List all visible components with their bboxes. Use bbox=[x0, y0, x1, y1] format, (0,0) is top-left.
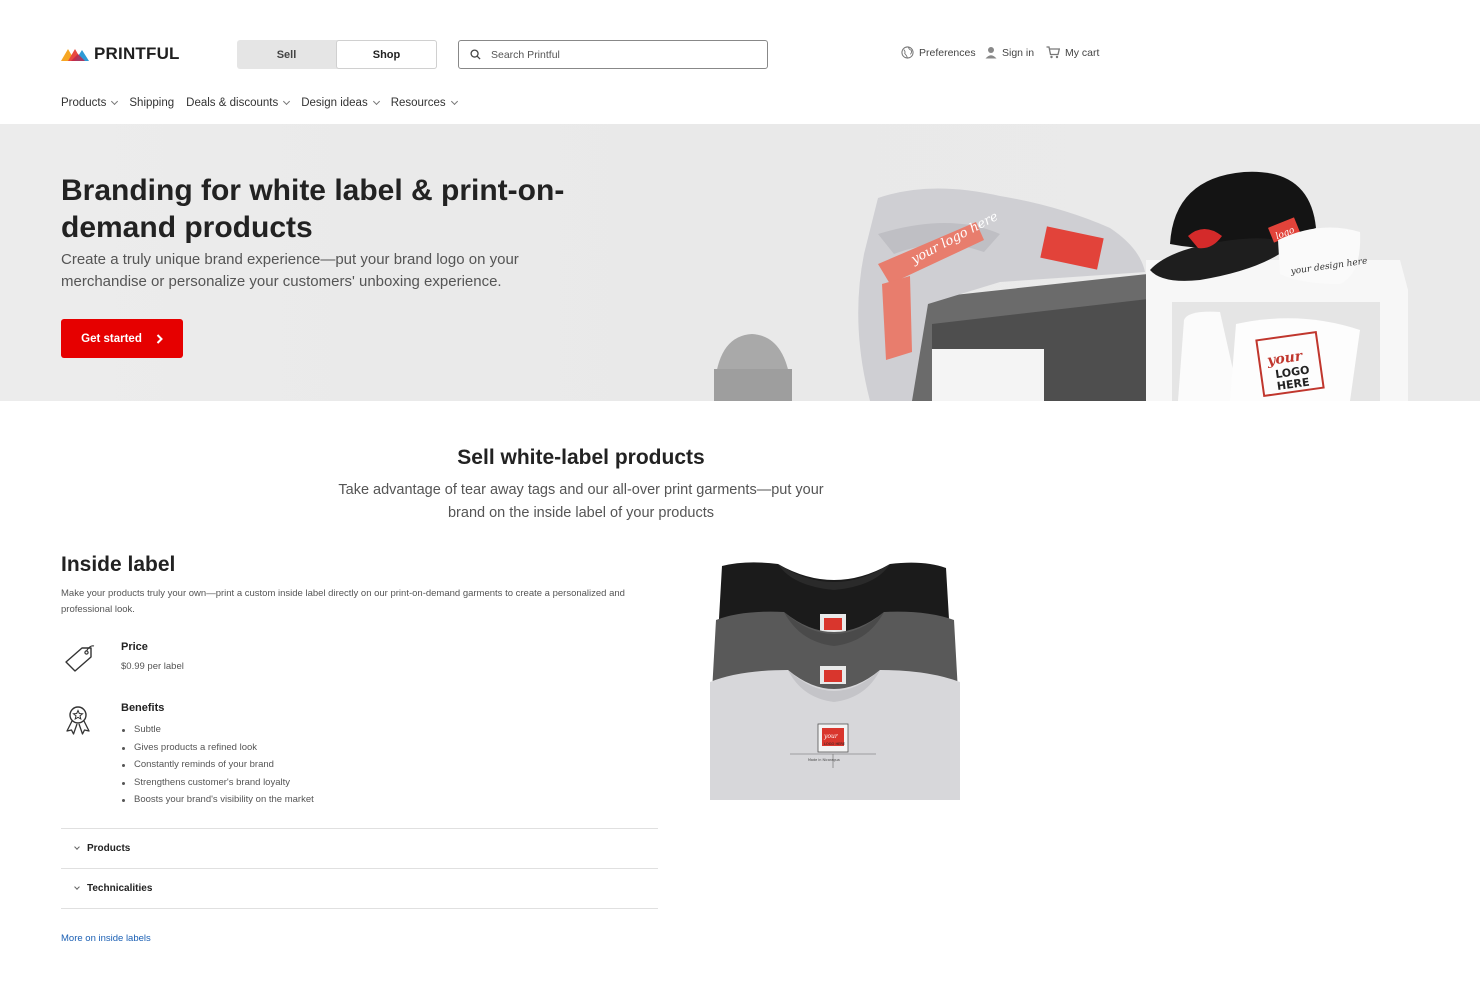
preferences-label: Preferences bbox=[919, 46, 976, 59]
search-box bbox=[458, 40, 768, 69]
search-icon bbox=[470, 49, 481, 60]
nav-item-label: Shipping bbox=[129, 97, 175, 109]
nav-item-design-ideas[interactable]: Design ideas bbox=[301, 97, 380, 109]
accordion-products[interactable]: Products bbox=[61, 828, 658, 868]
nav-item-deals[interactable]: Deals & discounts bbox=[186, 97, 291, 109]
price-tag-icon bbox=[65, 645, 95, 672]
chevron-down-icon bbox=[74, 884, 80, 890]
inside-label-description: Make your products truly your own—print … bbox=[61, 588, 625, 615]
shop-toggle-button[interactable]: Shop bbox=[336, 40, 437, 69]
hero-banner: Branding for white label & print-on-dema… bbox=[0, 124, 1480, 401]
inside-label-shirts-image: your LOGO HERE Made in Nicaragua bbox=[710, 562, 960, 800]
accordion-label: Technicalities bbox=[87, 883, 153, 894]
hero-subtitle: Create a truly unique brand experience—p… bbox=[61, 251, 519, 290]
preferences-link[interactable]: Preferences bbox=[901, 46, 976, 59]
section-subtitle: Take advantage of tear away tags and our… bbox=[338, 482, 824, 521]
price-value: $0.99 per label bbox=[121, 661, 184, 672]
chevron-down-icon bbox=[283, 97, 291, 106]
shirt-tag-small-text: Made in Nicaragua bbox=[808, 758, 840, 762]
cart-icon bbox=[1046, 46, 1060, 59]
hero-title: Branding for white label & print-on-dema… bbox=[61, 174, 565, 244]
cart-label: My cart bbox=[1065, 46, 1100, 59]
accordion-technicalities[interactable]: Technicalities bbox=[61, 868, 658, 908]
award-ribbon-icon bbox=[66, 706, 90, 735]
nav-item-label: Deals & discounts bbox=[186, 97, 279, 109]
shirt-label-text: your bbox=[823, 733, 839, 740]
chevron-right-icon bbox=[156, 333, 163, 344]
nav-item-shipping[interactable]: Shipping bbox=[129, 97, 174, 109]
main-nav: Products Shipping Deals & discounts Desi… bbox=[61, 97, 458, 109]
benefits-list: Subtle Gives products a refined look Con… bbox=[122, 721, 314, 809]
list-item: Constantly reminds of your brand bbox=[122, 756, 314, 774]
chevron-down-icon bbox=[74, 844, 80, 850]
list-item: Boosts your brand's visibility on the ma… bbox=[122, 791, 314, 809]
nav-item-label: Resources bbox=[390, 97, 446, 109]
printful-logo[interactable]: PRINTFUL bbox=[61, 44, 180, 64]
accordion-label: Products bbox=[87, 843, 131, 854]
user-icon bbox=[985, 47, 997, 59]
signin-label: Sign in bbox=[1002, 46, 1035, 59]
site-header: PRINTFUL Sell Shop Preferences Sign in bbox=[0, 0, 1480, 124]
nav-item-products[interactable]: Products bbox=[61, 97, 119, 109]
nav-item-label: Products bbox=[61, 97, 107, 109]
search-input[interactable] bbox=[491, 48, 741, 61]
get-started-button[interactable]: Get started bbox=[61, 319, 183, 358]
signin-link[interactable]: Sign in bbox=[985, 46, 1034, 59]
logo-text: PRINTFUL bbox=[94, 44, 180, 63]
sell-toggle-button[interactable]: Sell bbox=[237, 40, 336, 69]
list-item: Subtle bbox=[122, 721, 314, 739]
chevron-down-icon bbox=[450, 97, 458, 106]
section-title: Sell white-label products bbox=[457, 446, 705, 469]
more-inside-labels-link[interactable]: More on inside labels bbox=[61, 933, 151, 944]
chevron-down-icon bbox=[111, 97, 119, 106]
chevron-down-icon bbox=[372, 97, 380, 106]
accordion-divider bbox=[61, 908, 658, 909]
inside-label-title: Inside label bbox=[61, 553, 176, 576]
nav-item-label: Design ideas bbox=[301, 97, 368, 109]
logo-mountains-icon bbox=[61, 49, 89, 61]
cart-link[interactable]: My cart bbox=[1046, 46, 1099, 59]
list-item: Strengthens customer's brand loyalty bbox=[122, 774, 314, 792]
nav-item-resources[interactable]: Resources bbox=[390, 97, 458, 109]
globe-icon bbox=[901, 46, 914, 59]
hero-branded-products-image: your logo here logo your design here you… bbox=[714, 171, 1408, 401]
list-item: Gives products a refined look bbox=[122, 739, 314, 757]
get-started-label: Get started bbox=[81, 332, 142, 345]
price-title: Price bbox=[121, 641, 148, 653]
sell-shop-toggle: Sell Shop bbox=[237, 40, 437, 69]
shirt-label-text2: LOGO HERE bbox=[824, 742, 846, 746]
benefits-title: Benefits bbox=[121, 702, 165, 714]
